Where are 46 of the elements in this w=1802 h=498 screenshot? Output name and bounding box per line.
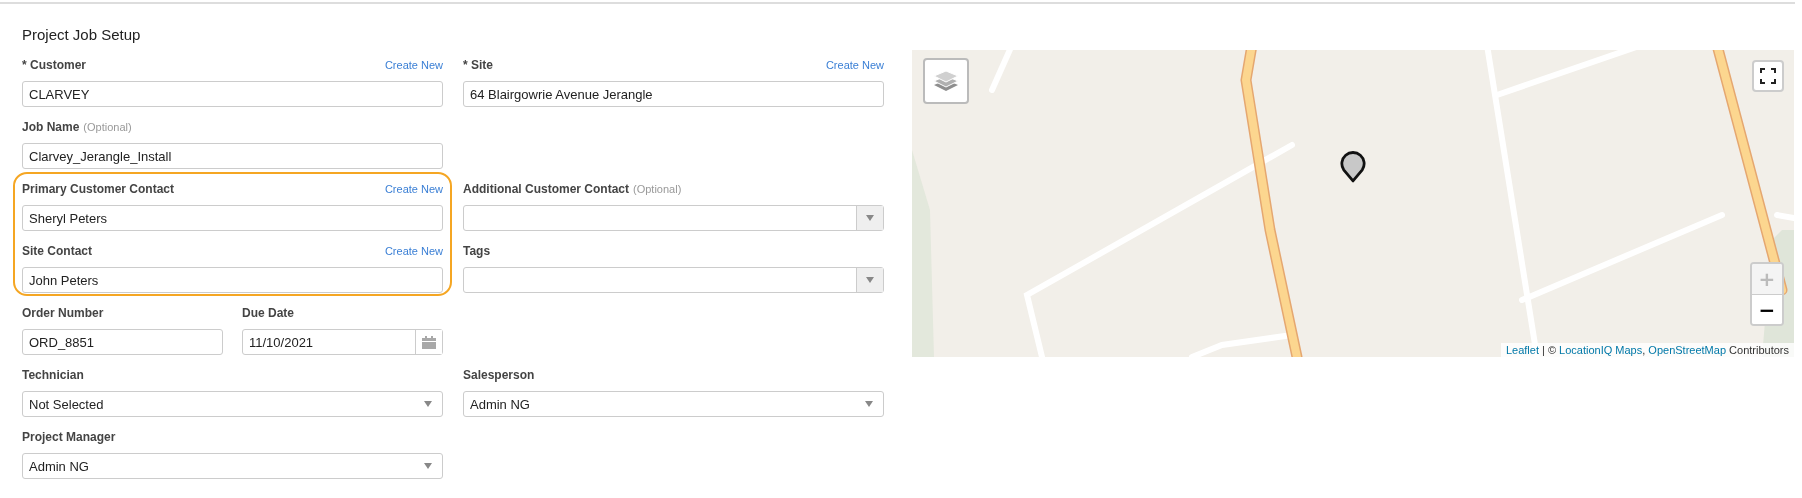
caret-icon	[424, 401, 432, 407]
page-title: Project Job Setup	[22, 26, 142, 45]
field-label: Job Name	[22, 120, 80, 134]
field-label: * Customer	[22, 58, 86, 72]
field-label: Project Manager	[22, 430, 116, 444]
dropdown-field[interactable]: Admin NG	[463, 391, 884, 417]
field-label: Technician	[22, 368, 84, 382]
optional-note: (Optional)	[83, 121, 132, 133]
field-label: Salesperson	[463, 368, 535, 382]
calendar-icon	[422, 335, 436, 349]
text-field[interactable]: Sheryl Peters	[22, 205, 443, 231]
caret-icon	[424, 463, 432, 469]
layers-button[interactable]	[923, 58, 969, 104]
attribution-link[interactable]: OpenStreetMap	[1648, 344, 1726, 356]
fullscreen-icon	[1760, 68, 1776, 84]
zoom-button[interactable]: −	[1752, 294, 1782, 324]
text-field[interactable]: ORD_8851	[22, 329, 223, 355]
attribution-link[interactable]: Leaflet	[1505, 344, 1539, 356]
caret-icon	[866, 277, 874, 283]
field-label: Primary Customer Contact	[22, 182, 175, 196]
dropdown-field[interactable]	[463, 205, 884, 231]
date-field[interactable]: 11/10/2021	[242, 329, 443, 355]
text-field[interactable]: John Peters	[22, 267, 443, 293]
caret-icon	[865, 401, 873, 407]
create-new-link[interactable]: Create New	[384, 183, 443, 195]
field-label: Order Number	[22, 306, 104, 320]
field-label: Due Date	[242, 306, 294, 320]
map-pin-icon	[1340, 151, 1366, 183]
optional-note: (Optional)	[633, 183, 682, 195]
field-label: * Site	[463, 58, 493, 72]
dropdown-field[interactable]: Not Selected	[22, 391, 443, 417]
field-label: Site Contact	[22, 244, 92, 258]
caret-icon	[866, 215, 874, 221]
field-label: Tags	[463, 244, 491, 258]
text-field[interactable]: Clarvey_Jerangle_Install	[22, 143, 443, 169]
field-label: Additional Customer Contact	[463, 182, 629, 196]
text-field[interactable]: CLARVEY	[22, 81, 443, 107]
create-new-link[interactable]: Create New	[384, 59, 443, 71]
map-attribution: Leaflet | © LocationIQ Maps, OpenStreetMap Contributors	[1500, 343, 1794, 357]
dropdown-field[interactable]: Admin NG	[22, 453, 443, 479]
layers-icon	[933, 70, 959, 92]
fullscreen-button[interactable]	[1752, 60, 1784, 92]
create-new-link[interactable]: Create New	[825, 59, 884, 71]
create-new-link[interactable]: Create New	[384, 245, 443, 257]
text-field[interactable]: 64 Blairgowrie Avenue Jerangle	[463, 81, 884, 107]
dropdown-field[interactable]	[463, 267, 884, 293]
